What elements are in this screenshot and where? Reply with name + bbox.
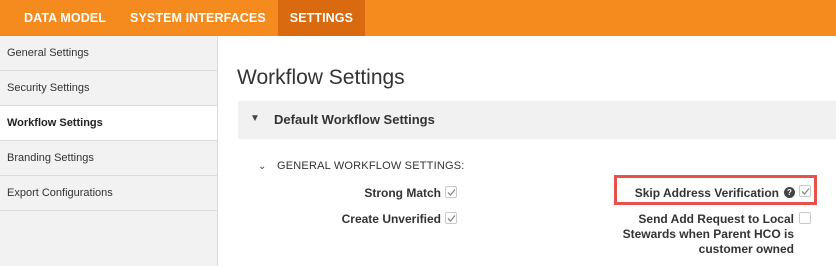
create-unverified-label: Create Unverified — [341, 212, 441, 226]
settings-sidebar: General Settings Security Settings Workf… — [0, 36, 218, 266]
skip-address-verification-label: Skip Address Verification — [634, 186, 779, 200]
section-title: Default Workflow Settings — [274, 112, 435, 127]
checkmark-icon — [447, 189, 456, 196]
nav-system-interfaces[interactable]: SYSTEM INTERFACES — [118, 0, 278, 36]
sidebar-item-export-configurations[interactable]: Export Configurations — [0, 176, 217, 211]
send-add-request-label-line-2: Stewards when Parent HCO is — [622, 227, 794, 241]
nav-settings[interactable]: SETTINGS — [277, 0, 366, 36]
chevron-down-icon[interactable]: ⌄ — [258, 161, 266, 172]
help-icon[interactable]: ? — [784, 187, 795, 198]
top-nav: DATA MODEL SYSTEM INTERFACES SETTINGS — [12, 0, 366, 36]
create-unverified-checkbox[interactable] — [445, 212, 457, 224]
sidebar-item-workflow-settings[interactable]: Workflow Settings — [0, 106, 217, 141]
strong-match-checkbox[interactable] — [445, 186, 457, 198]
sidebar-item-security-settings[interactable]: Security Settings — [0, 71, 217, 106]
skip-address-verification-checkbox[interactable] — [799, 185, 811, 197]
subsection-title: GENERAL WORKFLOW SETTINGS: — [277, 160, 465, 172]
triangle-down-icon[interactable]: ▼ — [250, 113, 260, 124]
default-workflow-section-header[interactable]: ▼ Default Workflow Settings — [238, 101, 836, 139]
page-title: Workflow Settings — [237, 66, 405, 89]
checkmark-icon — [801, 188, 810, 195]
strong-match-label: Strong Match — [364, 186, 441, 200]
top-navigation-bar: DATA MODEL SYSTEM INTERFACES SETTINGS — [0, 0, 836, 36]
send-add-request-label-line-3: customer owned — [698, 242, 794, 256]
send-add-request-checkbox[interactable] — [799, 212, 811, 224]
checkmark-icon — [447, 215, 456, 222]
send-add-request-label-line-1: Send Add Request to Local — [638, 212, 794, 226]
sidebar-item-general-settings[interactable]: General Settings — [0, 36, 217, 71]
sidebar-item-branding-settings[interactable]: Branding Settings — [0, 141, 217, 176]
nav-data-model[interactable]: DATA MODEL — [12, 0, 118, 36]
send-add-request-label: Send Add Request to Local Stewards when … — [609, 212, 794, 257]
main-content: Workflow Settings ▼ Default Workflow Set… — [219, 36, 836, 266]
